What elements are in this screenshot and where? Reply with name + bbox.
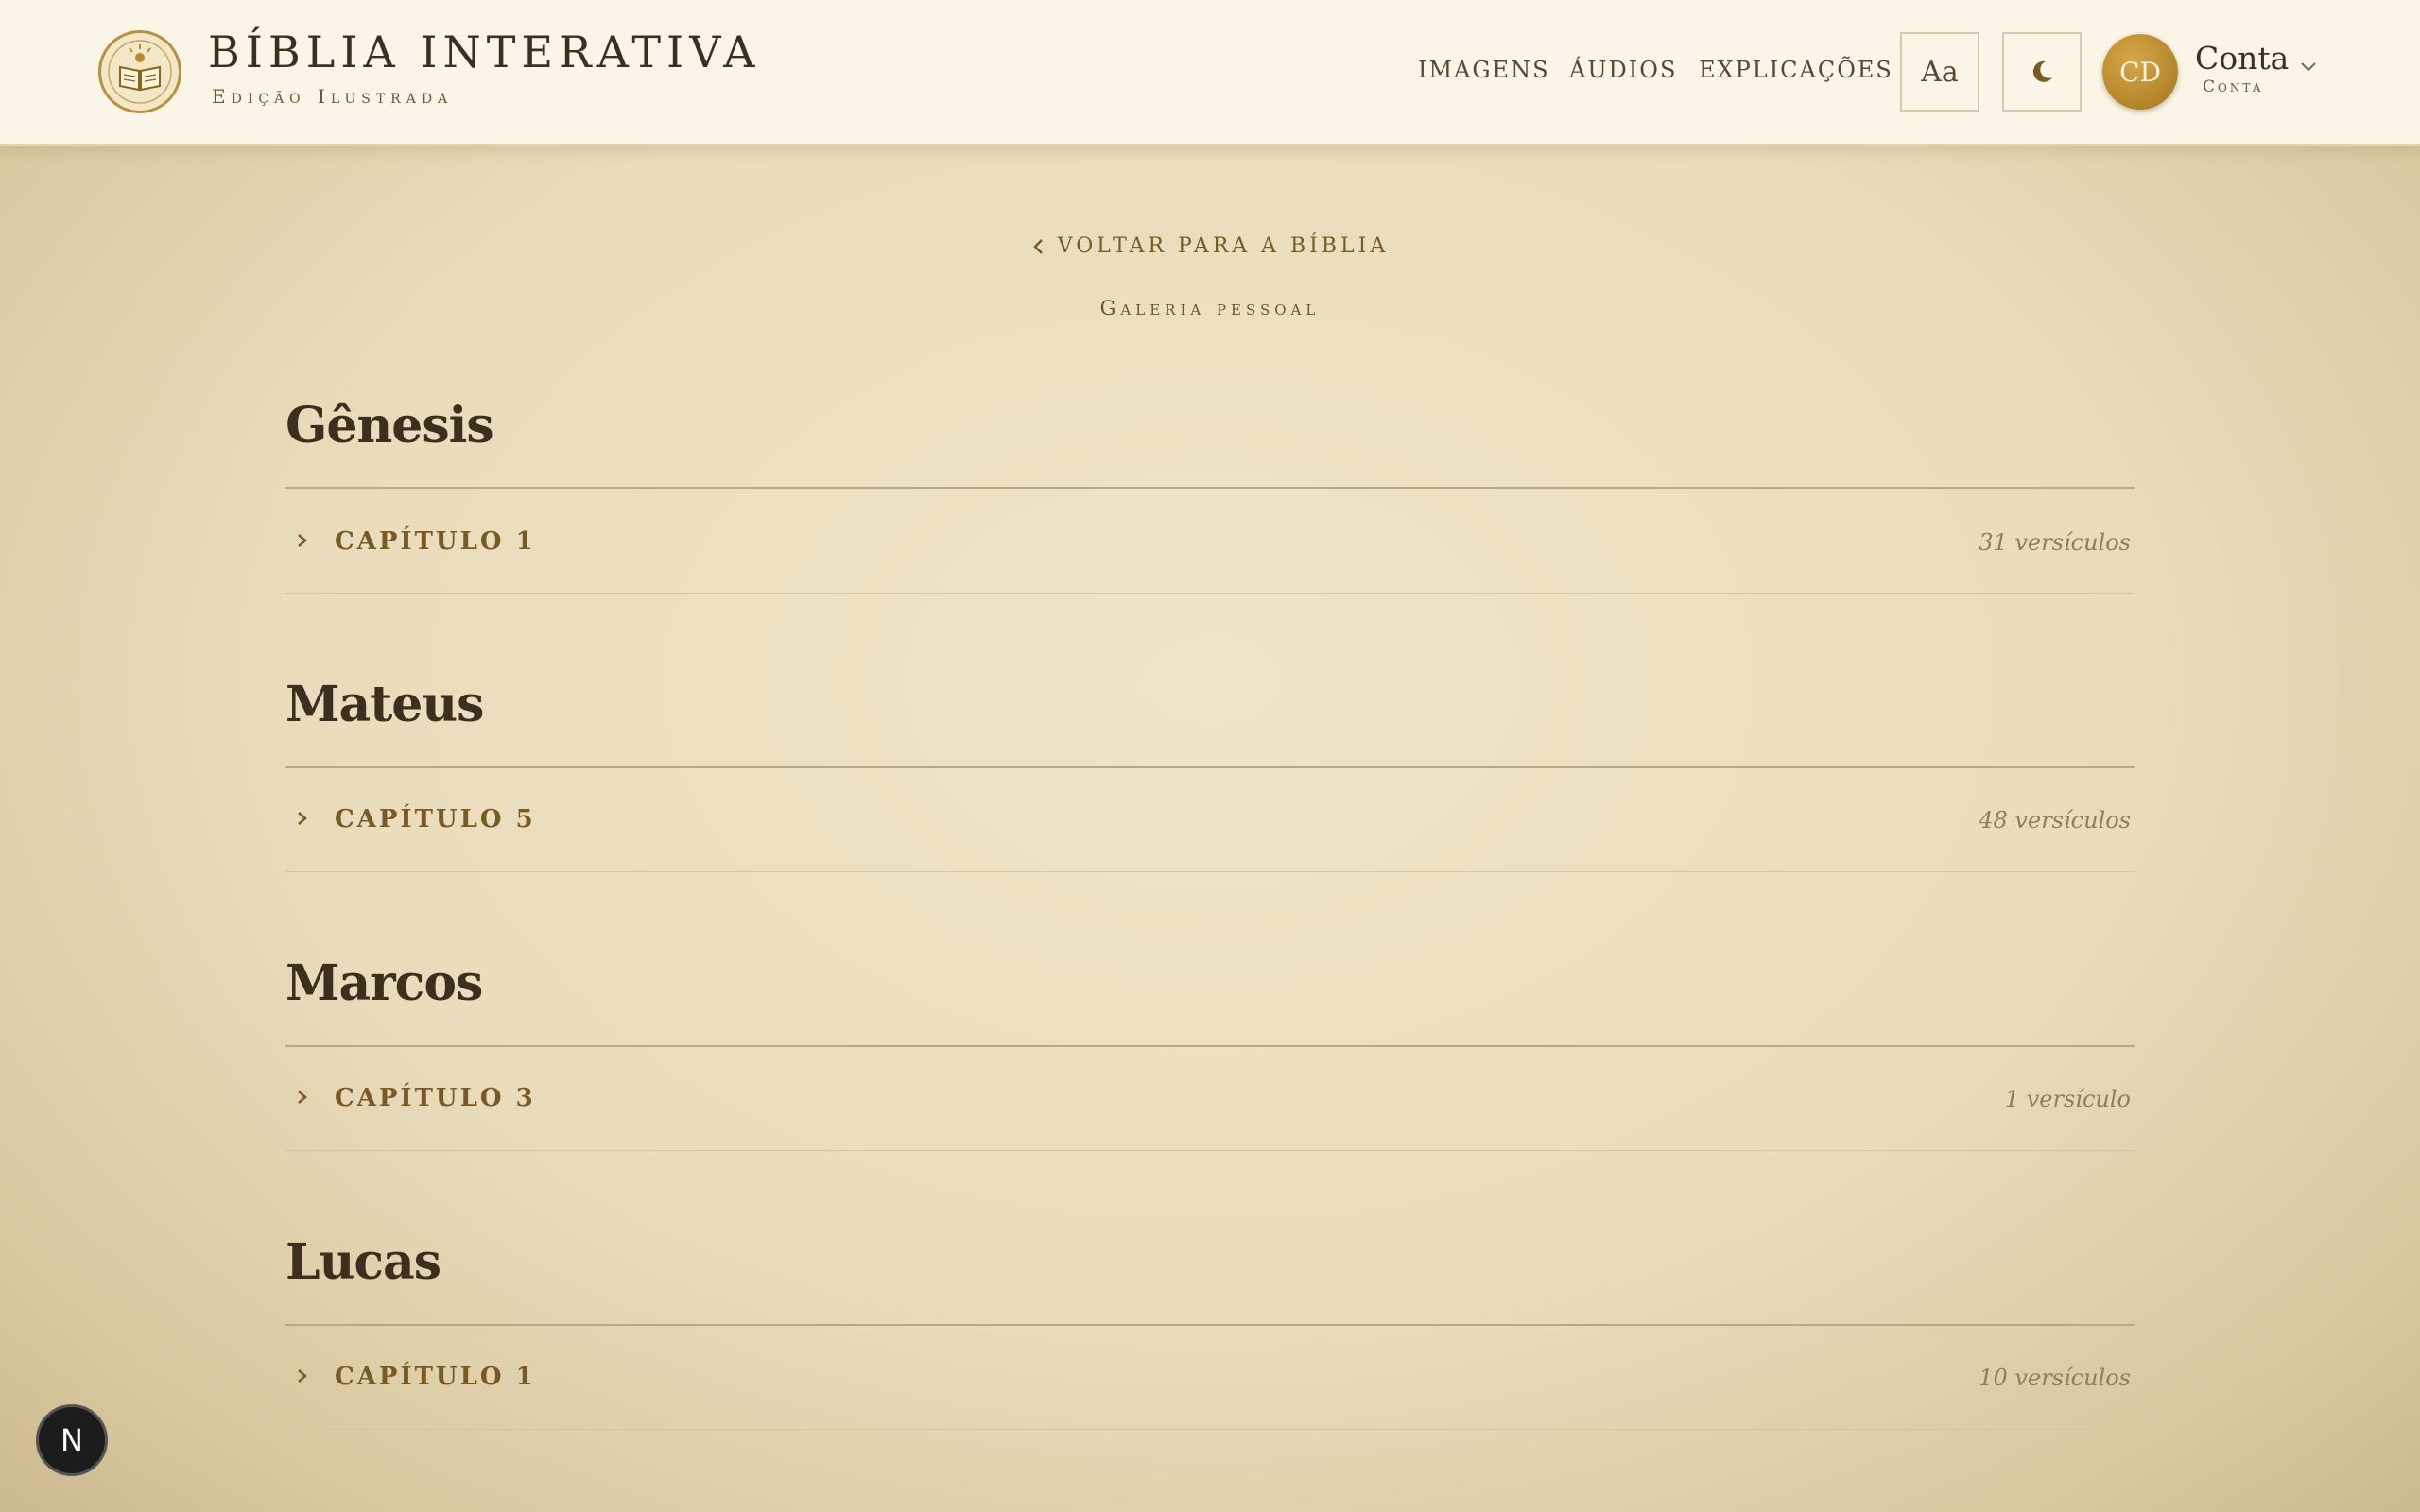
back-link-label: VOLTAR PARA A BÍBLIA — [1057, 234, 1390, 258]
chevron-down-icon[interactable] — [2299, 60, 2318, 74]
chevron-right-icon — [298, 534, 307, 547]
back-to-bible-link[interactable]: VOLTAR PARA A BÍBLIA — [0, 234, 2420, 258]
chapter-row-marcos-3[interactable]: CAPÍTULO 3 1 versículo — [285, 1046, 2135, 1150]
verse-count: 1 versículo — [2004, 1086, 2131, 1112]
nav-audios[interactable]: ÁUDIOS — [1569, 57, 1677, 83]
verse-count: 31 versículos — [1979, 529, 2131, 556]
row-divider — [285, 1429, 2135, 1430]
chapter-row-genesis-1[interactable]: CAPÍTULO 1 31 versículos — [285, 490, 2135, 593]
book-title-mateus: Mateus — [285, 676, 484, 733]
book-title-genesis: Gênesis — [285, 397, 494, 455]
nav-images[interactable]: IMAGENS — [1418, 57, 1550, 83]
row-divider — [285, 871, 2135, 872]
chapter-row-mateus-5[interactable]: CAPÍTULO 5 48 versículos — [285, 767, 2135, 871]
chapter-label: CAPÍTULO 1 — [335, 1363, 536, 1391]
dev-tools-badge[interactable]: N — [36, 1404, 108, 1476]
nav-explanations[interactable]: EXPLICAÇÕES — [1699, 57, 1893, 83]
chevron-left-icon — [1032, 239, 1043, 254]
theme-toggle-button[interactable] — [2002, 32, 2082, 112]
brand-subtitle: Edição Ilustrada — [212, 85, 454, 108]
verse-count: 10 versículos — [1979, 1365, 2131, 1391]
bible-logo-icon[interactable] — [98, 30, 182, 113]
verse-count: 48 versículos — [1979, 807, 2131, 833]
chapter-label: CAPÍTULO 1 — [335, 527, 536, 556]
moon-icon — [2032, 60, 2052, 82]
chevron-right-icon — [298, 812, 307, 825]
top-header: BÍBLIA INTERATIVA Edição Ilustrada IMAGE… — [0, 0, 2420, 146]
gallery-subtitle: Galeria pessoal — [1099, 297, 1321, 319]
section-divider — [285, 487, 2135, 489]
chevron-right-icon — [298, 1091, 307, 1104]
chevron-right-icon — [298, 1369, 307, 1383]
row-divider — [285, 593, 2135, 594]
account-avatar[interactable]: CD — [2102, 34, 2178, 110]
font-size-label: Aa — [1921, 55, 1959, 89]
chapter-label: CAPÍTULO 5 — [335, 805, 536, 833]
brand-title[interactable]: BÍBLIA INTERATIVA — [208, 26, 761, 77]
account-subtitle: Conta — [2203, 77, 2264, 96]
account-name[interactable]: Conta — [2195, 40, 2289, 77]
font-size-button[interactable]: Aa — [1900, 32, 1979, 112]
chapter-label: CAPÍTULO 3 — [335, 1084, 536, 1112]
book-title-marcos: Marcos — [285, 954, 483, 1012]
row-divider — [285, 1150, 2135, 1151]
chapter-row-lucas-1[interactable]: CAPÍTULO 1 10 versículos — [285, 1325, 2135, 1429]
book-title-lucas: Lucas — [285, 1233, 441, 1291]
